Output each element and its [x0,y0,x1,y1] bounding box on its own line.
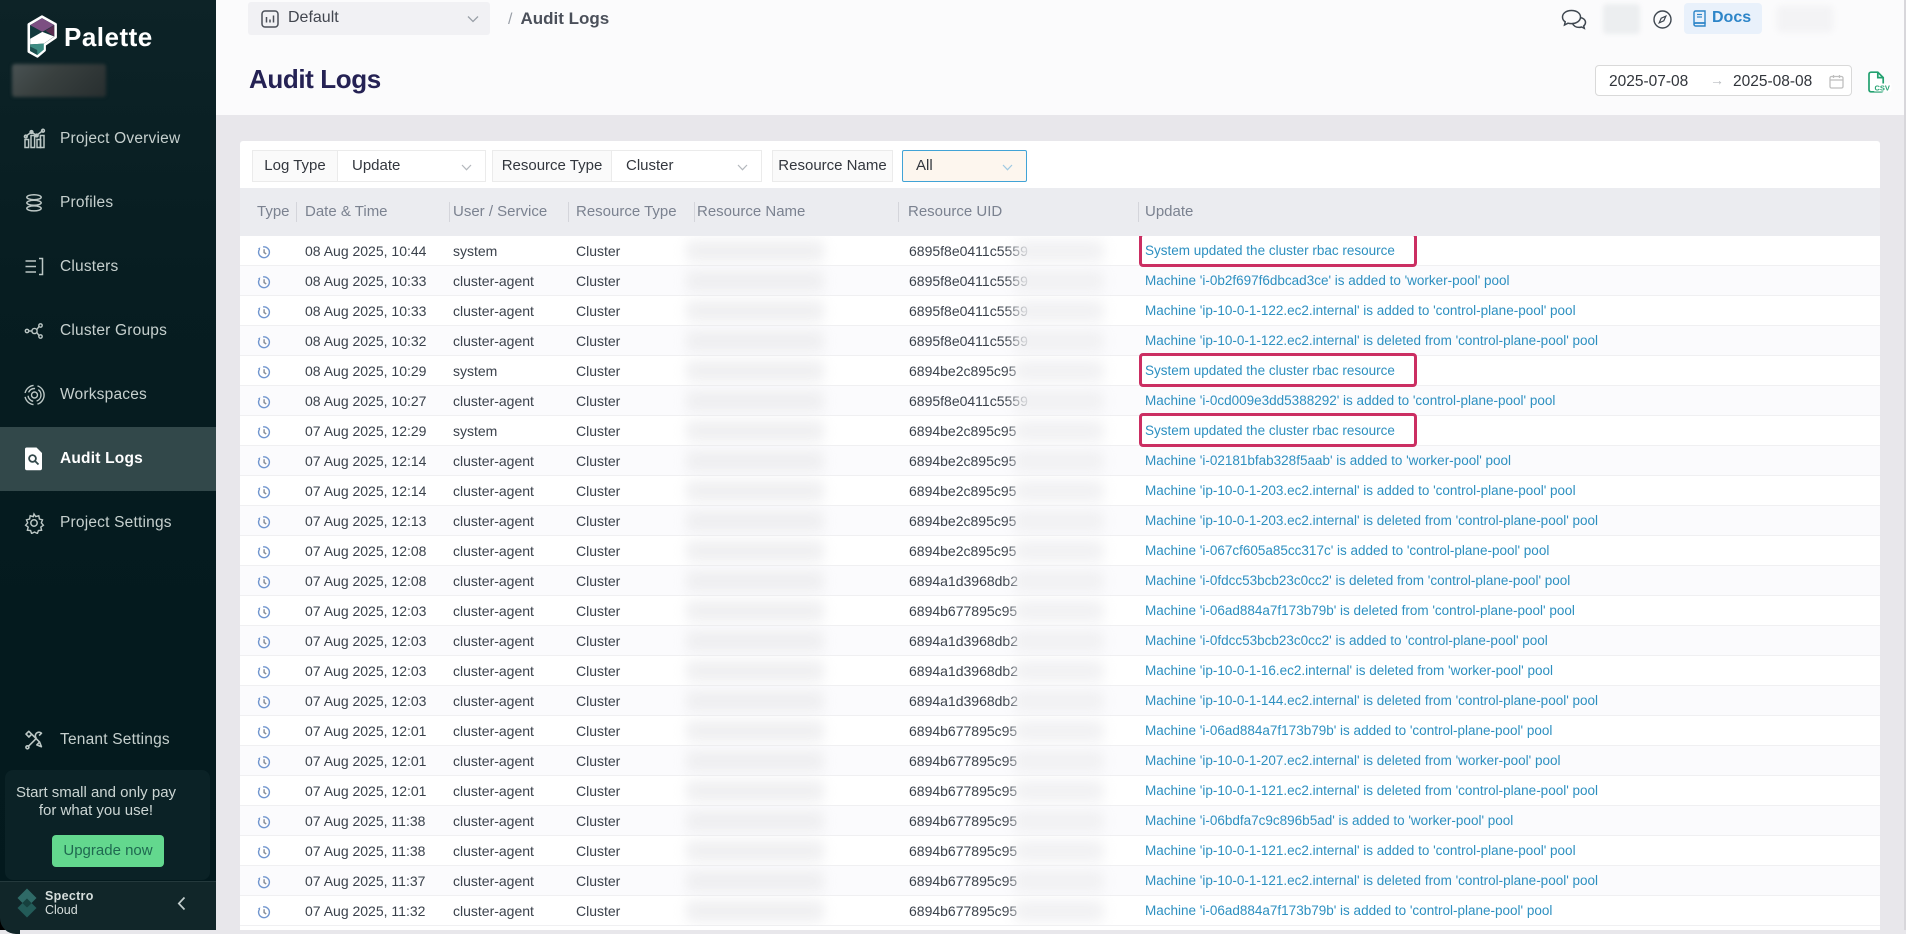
svg-text:CSV: CSV [1875,84,1890,93]
